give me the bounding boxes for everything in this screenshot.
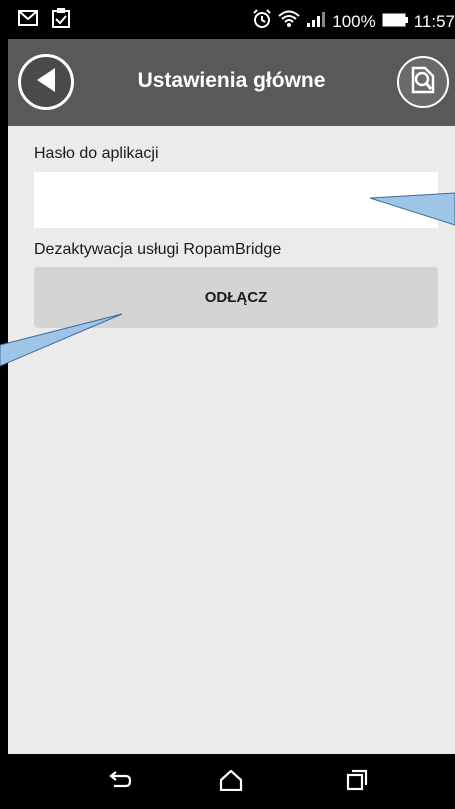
battery-percent: 100% xyxy=(332,11,376,31)
status-bar-left xyxy=(18,8,70,33)
search-help-icon xyxy=(405,62,441,103)
wifi-icon xyxy=(278,10,300,33)
nav-recent-button[interactable] xyxy=(342,768,372,796)
alarm-icon xyxy=(252,9,272,34)
page-title: Ustawienia główne xyxy=(137,69,326,92)
battery-icon xyxy=(382,12,408,32)
status-bar-right: 100% 11:57 xyxy=(252,9,455,34)
help-button[interactable] xyxy=(397,56,449,108)
nav-home-button[interactable] xyxy=(216,768,246,796)
app-bar: Ustawienia główne xyxy=(8,39,455,126)
home-icon xyxy=(219,769,243,796)
recent-apps-icon xyxy=(345,768,369,797)
screen: 100% 11:57 Ustawienia główne Hasło do ap… xyxy=(8,0,455,809)
signal-icon xyxy=(306,11,326,32)
clipboard-check-icon xyxy=(52,8,70,33)
password-input[interactable] xyxy=(34,172,438,228)
back-icon xyxy=(106,770,132,795)
gmail-icon xyxy=(18,10,38,31)
status-time: 11:57 xyxy=(413,11,455,31)
deactivate-label: Dezaktywacja usługi RopamBridge xyxy=(34,241,282,258)
disconnect-button[interactable]: ODŁĄCZ xyxy=(34,267,438,328)
settings-content: Hasło do aplikacji Dezaktywacja usługi R… xyxy=(8,126,455,754)
nav-back-button[interactable] xyxy=(104,768,134,796)
status-bar: 100% 11:57 xyxy=(8,0,455,39)
password-label: Hasło do aplikacji xyxy=(34,145,159,162)
nav-bar xyxy=(8,754,455,809)
